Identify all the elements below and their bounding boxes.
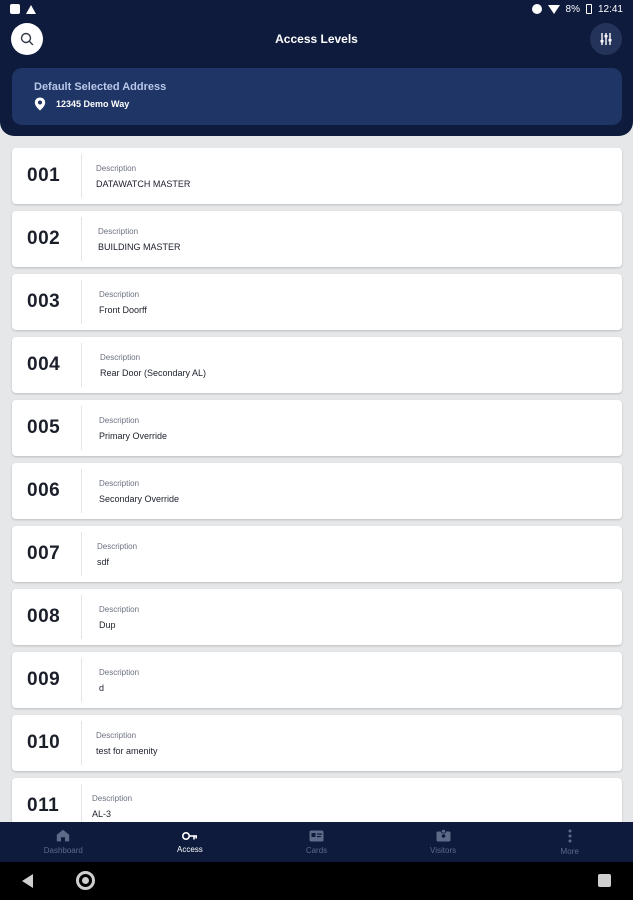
description-label: Description (99, 290, 140, 299)
access-level-code: 010 (27, 732, 61, 753)
description-value: BUILDING MASTER (98, 242, 181, 252)
warning-icon (26, 4, 36, 14)
description-value: DATAWATCH MASTER (96, 179, 191, 189)
description-label: Description (99, 479, 140, 488)
location-pin-icon (34, 97, 46, 111)
access-level-code: 002 (27, 228, 61, 249)
description-value: d (99, 683, 105, 693)
nav-item-access[interactable]: Access (127, 822, 254, 862)
photo-icon (10, 4, 20, 14)
description-label: Description (100, 353, 141, 362)
battery-icon (585, 4, 592, 14)
access-level-code: 003 (27, 291, 61, 312)
id-card-icon (309, 830, 324, 841)
access-level-code: 004 (27, 354, 61, 375)
nav-item-more[interactable]: More (506, 822, 633, 862)
page-title: Access Levels (275, 32, 358, 46)
description-value: sdf (97, 557, 110, 567)
description-value: Front Doorff (99, 305, 147, 315)
system-nav-bar (0, 862, 633, 900)
description-value: Dup (99, 620, 116, 630)
description-label: Description (96, 731, 137, 740)
description-label: Description (98, 227, 139, 236)
divider (81, 721, 82, 765)
access-level-code: 001 (27, 165, 61, 186)
description-value: Rear Door (Secondary AL) (100, 368, 207, 378)
list-item[interactable]: 007 Description sdf (12, 526, 622, 582)
description-label: Description (99, 416, 140, 425)
list-item[interactable]: 003 Description Front Doorff (12, 274, 622, 330)
description-label: Description (99, 605, 140, 614)
access-level-code: 008 (27, 606, 61, 627)
divider (81, 595, 82, 639)
description-label: Description (97, 542, 138, 551)
nav-label-access: Access (176, 844, 203, 854)
divider (81, 280, 82, 324)
more-vertical-icon (568, 829, 572, 842)
divider (81, 658, 82, 702)
access-level-code: 011 (27, 795, 60, 816)
badge-icon (436, 829, 451, 842)
description-label: Description (99, 668, 140, 677)
list-item[interactable]: 006 Description Secondary Override (12, 463, 622, 519)
dnd-icon (531, 4, 542, 14)
nav-item-visitors[interactable]: Visitors (380, 822, 507, 862)
nav-label-more: More (560, 846, 579, 856)
back-icon[interactable] (22, 874, 33, 888)
description-value: Primary Override (99, 431, 168, 441)
list-item[interactable]: 001 Description DATAWATCH MASTER (12, 148, 622, 204)
wifi-icon (547, 4, 560, 14)
nav-label-cards: Cards (305, 845, 328, 855)
home-button-dot (82, 877, 89, 884)
address-label: Default Selected Address (34, 81, 167, 93)
list-item[interactable]: 008 Description Dup (12, 589, 622, 645)
description-value: AL-3 (92, 809, 112, 819)
list-item[interactable]: 010 Description test for amenity (12, 715, 622, 771)
divider (81, 154, 82, 198)
app-header: Access Levels Default Selected Address 1… (0, 18, 633, 136)
home-icon (57, 829, 70, 842)
nav-item-cards[interactable]: Cards (253, 822, 380, 862)
access-levels-list[interactable]: 001 Description DATAWATCH MASTER 002 Des… (0, 148, 633, 822)
list-item[interactable]: 002 Description BUILDING MASTER (12, 211, 622, 267)
nav-label-dashboard: Dashboard (43, 846, 83, 855)
list-item[interactable]: 005 Description Primary Override (12, 400, 622, 456)
access-level-code: 005 (27, 417, 61, 438)
default-address-card[interactable]: Default Selected Address 12345 Demo Way (12, 68, 622, 125)
divider (81, 406, 82, 450)
access-level-code: 007 (27, 543, 61, 564)
divider (81, 343, 82, 387)
description-value: Secondary Override (99, 494, 180, 504)
nav-label-visitors: Visitors (430, 846, 457, 855)
address-row: 12345 Demo Way (34, 97, 129, 111)
battery-percent: 8% (565, 3, 580, 15)
bottom-nav: Dashboard Access Cards Visitors More (0, 822, 633, 862)
description-label: Description (92, 794, 133, 803)
access-level-code: 006 (27, 480, 61, 501)
recent-apps-icon[interactable] (598, 874, 611, 887)
list-item[interactable]: 004 Description Rear Door (Secondary AL) (12, 337, 622, 393)
description-value: test for amenity (96, 746, 158, 756)
status-bar: 8% 12:41 (0, 0, 633, 18)
address-value: 12345 Demo Way (56, 99, 130, 109)
divider (81, 469, 82, 513)
status-left (10, 4, 36, 14)
key-icon (181, 831, 197, 840)
divider (81, 784, 82, 822)
divider (81, 532, 82, 576)
divider (81, 217, 82, 261)
status-time: 12:41 (597, 3, 623, 15)
description-label: Description (96, 164, 137, 173)
status-right: 8% 12:41 (531, 3, 623, 15)
nav-item-dashboard[interactable]: Dashboard (0, 822, 127, 862)
filter-button[interactable] (590, 23, 622, 55)
home-button-icon[interactable] (76, 871, 95, 890)
filter-sliders-icon (600, 33, 612, 45)
list-item[interactable]: 011 Description AL-3 (12, 778, 622, 822)
list-item[interactable]: 009 Description d (12, 652, 622, 708)
access-level-code: 009 (27, 669, 61, 690)
